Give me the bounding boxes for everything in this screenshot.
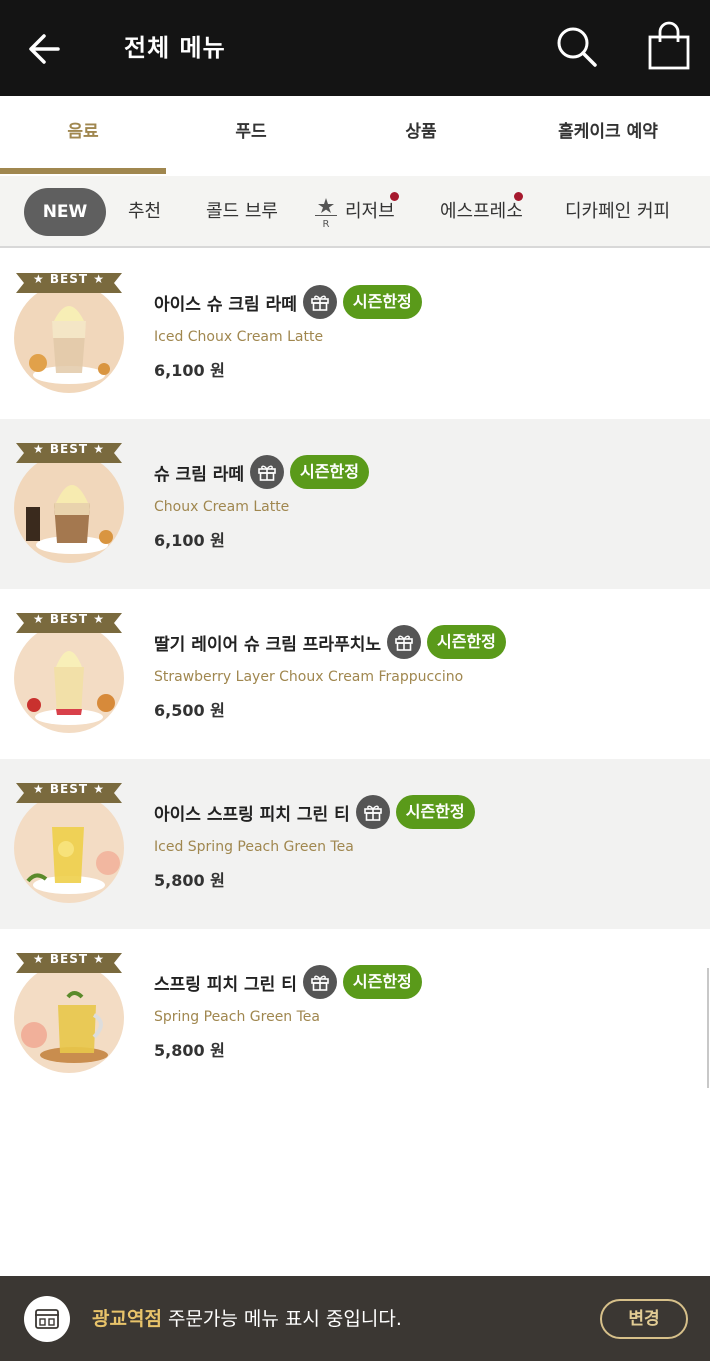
store-name: 광교역점 [92,1308,162,1330]
chip-recommended[interactable]: 추천 [128,188,161,236]
gift-icon [302,965,337,999]
drink-image [14,283,124,393]
store-icon [24,1296,70,1342]
reserve-mark-label: R [323,219,330,230]
chip-decaf[interactable]: 디카페인 커피 [565,188,670,236]
espresso-new-dot [514,192,523,201]
item-name: 스프링 피치 그린 티 [154,974,297,995]
tab-whole-cake[interactable]: 홀케이크 예약 [506,96,710,176]
gift-icon [355,795,390,829]
item-price: 6,100 원 [154,531,225,550]
reserve-new-dot [390,192,399,201]
active-tab-indicator [0,168,166,174]
drink-image [14,453,124,563]
store-message-text: 주문가능 메뉴 표시 중입니다. [161,1308,402,1330]
season-limited-badge: 시즌한정 [290,455,369,489]
shopping-bag-icon[interactable] [644,20,694,72]
item-english-name: Choux Cream Latte [154,499,290,515]
menu-item[interactable]: ★ BEST ★ 아이스 슈 크림 라떼 시즌한정 Iced Choux Cre… [0,249,710,419]
gift-icon [250,455,285,489]
season-limited-badge: 시즌한정 [427,625,506,659]
chip-espresso[interactable]: 에스프레소 [440,188,523,236]
best-label: ★ BEST ★ [32,782,106,796]
tab-food[interactable]: 푸드 [166,96,336,176]
item-english-name: Spring Peach Green Tea [154,1009,320,1025]
item-name: 아이스 스프링 피치 그린 티 [154,804,350,825]
item-english-name: Iced Spring Peach Green Tea [154,839,354,855]
best-label: ★ BEST ★ [32,952,106,966]
page-title: 전체 메뉴 [124,34,226,62]
item-name: 아이스 슈 크림 라떼 [154,294,297,315]
gift-icon [387,625,421,659]
subcategory-bar: NEW 추천 콜드 브루 R 리저브 에스프레소 디카페인 커피 [0,176,710,248]
store-bar: 광교역점 주문가능 메뉴 표시 중입니다. 변경 [0,1276,710,1361]
menu-item[interactable]: ★ BEST ★ 슈 크림 라떼 시즌한정 Choux Cream Latte … [0,419,710,589]
chip-reserve[interactable]: 리저브 [345,188,395,236]
menu-item[interactable]: ★ BEST ★ 아이스 스프링 피치 그린 티 시즌한정 Iced Sprin… [0,759,710,929]
best-label: ★ BEST ★ [32,442,106,456]
chip-new[interactable]: NEW [24,188,106,236]
item-price: 5,800 원 [154,1041,225,1060]
change-store-button[interactable]: 변경 [600,1299,688,1339]
scrollbar[interactable] [707,968,709,1088]
drink-image [14,623,124,733]
item-title-row: 아이스 슈 크림 라떼 시즌한정 [154,285,422,319]
best-label: ★ BEST ★ [32,612,106,626]
item-name: 딸기 레이어 슈 크림 프라푸치노 [154,634,381,655]
drink-image [14,793,124,903]
item-title-row: 아이스 스프링 피치 그린 티 시즌한정 [154,795,475,829]
menu-item[interactable]: ★ BEST ★ 딸기 레이어 슈 크림 프라푸치노 시즌한정 Strawber… [0,589,710,759]
store-message: 광교역점 주문가능 메뉴 표시 중입니다. [92,1304,402,1331]
menu-item[interactable]: ★ BEST ★ 스프링 피치 그린 티 시즌한정 Spring Peach G… [0,929,710,1099]
item-price: 5,800 원 [154,871,225,890]
reserve-star-icon: R [315,198,337,230]
chip-cold-brew[interactable]: 콜드 브루 [206,188,278,236]
tab-beverage[interactable]: 음료 [0,96,166,176]
season-limited-badge: 시즌한정 [395,795,475,829]
item-english-name: Strawberry Layer Choux Cream Frappuccino [154,669,464,685]
app-header: 전체 메뉴 [0,0,710,96]
menu-list: ★ BEST ★ 아이스 슈 크림 라떼 시즌한정 Iced Choux Cre… [0,249,710,1099]
drink-image [14,963,124,1073]
item-price: 6,500 원 [154,701,225,720]
season-limited-badge: 시즌한정 [342,285,422,319]
item-english-name: Iced Choux Cream Latte [154,329,324,345]
item-title-row: 스프링 피치 그린 티 시즌한정 [154,965,422,999]
item-name: 슈 크림 라떼 [154,464,245,485]
season-limited-badge: 시즌한정 [342,965,422,999]
item-title-row: 슈 크림 라떼 시즌한정 [154,455,369,489]
best-label: ★ BEST ★ [32,272,106,286]
arrow-left-icon[interactable] [22,26,68,72]
gift-icon [302,285,337,319]
tab-goods[interactable]: 상품 [336,96,506,176]
item-price: 6,100 원 [154,361,225,380]
item-title-row: 딸기 레이어 슈 크림 프라푸치노 시즌한정 [154,625,506,659]
category-tabs: 음료 푸드 상품 홀케이크 예약 [0,96,710,176]
search-icon[interactable] [552,22,602,72]
